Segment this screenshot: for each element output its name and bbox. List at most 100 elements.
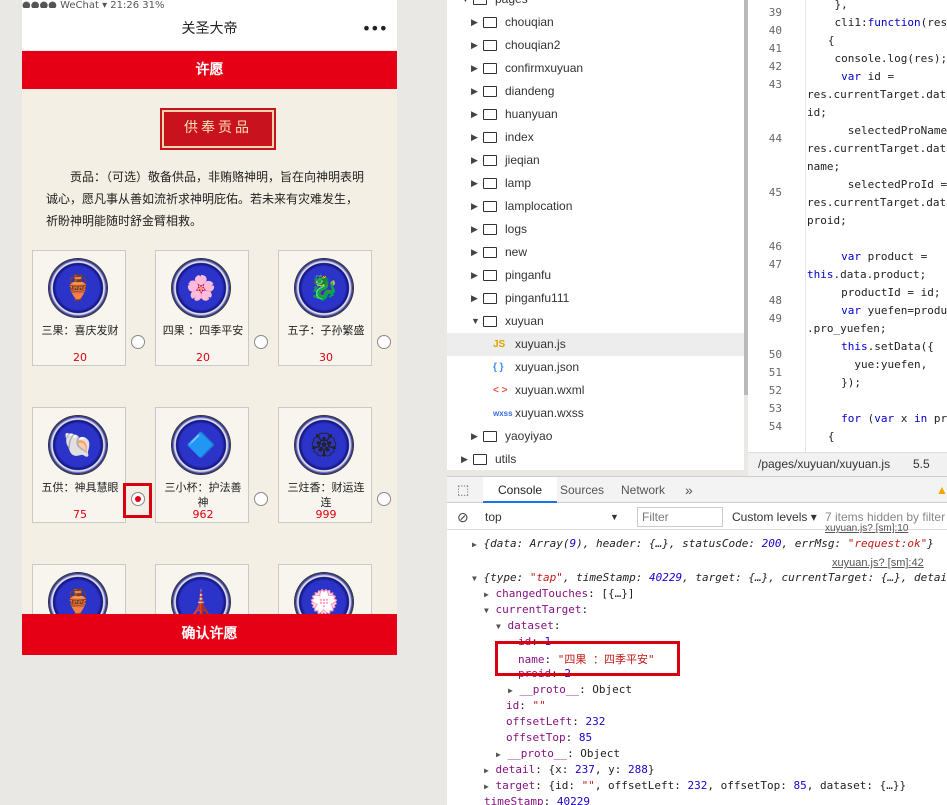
chevron-down-icon: ▼ bbox=[461, 0, 470, 11]
code-line: }, bbox=[808, 0, 848, 11]
tree-item-xuyuan-js[interactable]: JS xuyuan.js bbox=[447, 333, 744, 356]
console-line[interactable]: ▼ currentTarget: bbox=[484, 603, 588, 616]
chevron-right-icon: ▶ bbox=[471, 109, 478, 119]
folder-icon bbox=[483, 431, 497, 442]
clear-console-icon[interactable]: ⊘ bbox=[457, 507, 469, 527]
offering-icon: 🏺 bbox=[63, 274, 93, 302]
code-line: proid; bbox=[807, 214, 847, 227]
tree-item-chouqian2[interactable]: ▶ chouqian2 bbox=[447, 34, 744, 57]
tree-item-lamp[interactable]: ▶ lamp bbox=[447, 172, 744, 195]
line-number: 45 bbox=[768, 186, 782, 199]
filter-input[interactable]: Filter bbox=[637, 507, 723, 527]
offering-price: 20 bbox=[73, 351, 87, 364]
tree-item-jieqian[interactable]: ▶ jieqian bbox=[447, 149, 744, 172]
folder-icon bbox=[483, 155, 497, 166]
tree-item-label: utils bbox=[495, 452, 517, 466]
offering-radio[interactable] bbox=[254, 335, 268, 349]
offering-name: 三小杯：护法善神 bbox=[164, 481, 242, 509]
file-json-icon: { } bbox=[493, 362, 504, 373]
console-line[interactable]: ▶ __proto__: Object bbox=[508, 683, 632, 696]
line-number: 47 bbox=[768, 258, 782, 271]
tree-item-yaoyiyao[interactable]: ▶ yaoyiyao bbox=[447, 425, 744, 448]
console-line[interactable]: timeStamp: 40229 bbox=[484, 795, 590, 805]
console-line[interactable]: ▶ target: {id: "", offsetLeft: 232, offs… bbox=[484, 779, 906, 792]
console-line[interactable]: id: "" bbox=[506, 699, 546, 712]
console-source-link[interactable]: xuyuan.js? [sm]:10 bbox=[825, 523, 908, 534]
tree-item-diandeng[interactable]: ▶ diandeng bbox=[447, 80, 744, 103]
tree-item-index[interactable]: ▶ index bbox=[447, 126, 744, 149]
console-source-link[interactable]: xuyuan.js? [sm]:42 bbox=[832, 557, 924, 569]
tree-item-pinganfu[interactable]: ▶ pinganfu bbox=[447, 264, 744, 287]
offering-icon: 🏵 bbox=[308, 431, 340, 459]
line-number: 50 bbox=[768, 348, 782, 361]
offering-radio[interactable] bbox=[377, 492, 391, 506]
tree-item-pinganfu111[interactable]: ▶ pinganfu111 bbox=[447, 287, 744, 310]
tree-item-pages[interactable]: ▼ pages bbox=[447, 0, 744, 11]
console-line[interactable]: ▶ __proto__: Object bbox=[496, 747, 620, 760]
offering-radio[interactable] bbox=[131, 335, 145, 349]
tree-item-xuyuan-wxss[interactable]: wxss xuyuan.wxss bbox=[447, 402, 744, 425]
code-line: }); bbox=[808, 376, 861, 389]
tree-item-new[interactable]: ▶ new bbox=[447, 241, 744, 264]
tree-item-xuyuan[interactable]: ▼ xuyuan bbox=[447, 310, 744, 333]
offering-card[interactable]: 🐚 五供：神具慧眼 75 bbox=[32, 407, 126, 523]
offering-name: 五子：子孙繁盛 bbox=[287, 324, 365, 337]
offering-name: 四果 ：四季平安 bbox=[162, 324, 244, 337]
tab-console[interactable]: Console bbox=[483, 477, 558, 503]
tree-item-huanyuan[interactable]: ▶ huanyuan bbox=[447, 103, 744, 126]
tree-item-utils[interactable]: ▶ utils bbox=[447, 448, 744, 471]
console-line[interactable]: ▶ changedTouches: [{…}] bbox=[484, 587, 635, 600]
tab-network[interactable]: Network bbox=[621, 477, 665, 503]
more-menu-icon[interactable]: ••• bbox=[362, 8, 388, 50]
radio-highlight-box bbox=[123, 483, 152, 518]
tab-sources[interactable]: Sources bbox=[560, 477, 604, 503]
line-number: 42 bbox=[768, 60, 782, 73]
offering-card[interactable]: 🏺 三果：喜庆发财 20 bbox=[32, 250, 126, 366]
offering-card[interactable]: 🌸 四果 ：四季平安 20 bbox=[155, 250, 249, 366]
chevron-right-icon: ▶ bbox=[471, 132, 478, 142]
chevron-right-icon: ▶ bbox=[471, 63, 478, 73]
line-number: 48 bbox=[768, 294, 782, 307]
tree-item-xuyuan-wxml[interactable]: < > xuyuan.wxml bbox=[447, 379, 744, 402]
offering-radio[interactable] bbox=[254, 492, 268, 506]
console-line[interactable]: ▼ dataset: bbox=[496, 619, 560, 632]
offering-card[interactable]: 🏵 三炷香：财运连连 999 bbox=[278, 407, 372, 523]
code-editor[interactable]: 39 40 41 42 43 44 45 46 47 48 49 50 51 52 53 54 }, cli1… bbox=[748, 0, 947, 452]
inspect-icon[interactable]: ⬚ bbox=[457, 477, 473, 503]
folder-icon bbox=[483, 109, 497, 120]
console-line[interactable]: ▶ {data: Array(9), header: {…}, statusCo… bbox=[472, 537, 934, 550]
wish-header-bar: 许愿 bbox=[22, 51, 397, 89]
warning-icon[interactable]: ▲ bbox=[936, 477, 947, 503]
confirm-wish-button[interactable]: 确认许愿 bbox=[22, 614, 397, 655]
chevron-right-icon: ▶ bbox=[471, 178, 478, 188]
more-tabs-icon[interactable]: » bbox=[685, 477, 693, 503]
line-number: 41 bbox=[768, 42, 782, 55]
offering-icon: 🐚 bbox=[63, 431, 93, 459]
offering-radio[interactable] bbox=[377, 335, 391, 349]
tree-item-logs[interactable]: ▶ logs bbox=[447, 218, 744, 241]
chevron-right-icon: ▶ bbox=[461, 454, 468, 464]
tree-item-chouqian[interactable]: ▶ chouqian bbox=[447, 11, 744, 34]
offering-icon: 🌸 bbox=[186, 274, 216, 302]
code-line: selectedProName = bbox=[808, 124, 947, 137]
code-line: this.data.product; bbox=[807, 268, 927, 281]
code-line: res.currentTarget.data bbox=[807, 142, 947, 155]
console-line[interactable]: offsetLeft: 232 bbox=[506, 715, 605, 728]
offering-price: 962 bbox=[192, 508, 214, 521]
tree-item-confirmxuyuan[interactable]: ▶ confirmxuyuan bbox=[447, 57, 744, 80]
offering-card[interactable]: 🐉 五子：子孙繁盛 30 bbox=[278, 250, 372, 366]
chevron-right-icon: ▶ bbox=[471, 86, 478, 96]
tree-item-label: pinganfu bbox=[505, 268, 552, 282]
context-select[interactable]: top ▼ bbox=[485, 507, 625, 527]
console-line[interactable]: offsetTop: 85 bbox=[506, 731, 592, 744]
console-line[interactable]: ▼ {type: "tap", timeStamp: 40229, target… bbox=[472, 571, 947, 584]
offering-card[interactable]: 🔷 三小杯：护法善神 962 bbox=[155, 407, 249, 523]
file-js-icon: JS bbox=[493, 339, 506, 350]
console-line[interactable]: ▶ detail: {x: 237, y: 288} bbox=[484, 763, 654, 776]
line-number: 54 bbox=[768, 420, 782, 433]
tree-item-lamplocation[interactable]: ▶ lamplocation bbox=[447, 195, 744, 218]
folder-icon bbox=[483, 247, 497, 258]
levels-dropdown[interactable]: Custom levels ▾ bbox=[732, 507, 817, 527]
tree-item-xuyuan-json[interactable]: { } xuyuan.json bbox=[447, 356, 744, 379]
code-line: yue:yuefen, bbox=[808, 358, 928, 371]
